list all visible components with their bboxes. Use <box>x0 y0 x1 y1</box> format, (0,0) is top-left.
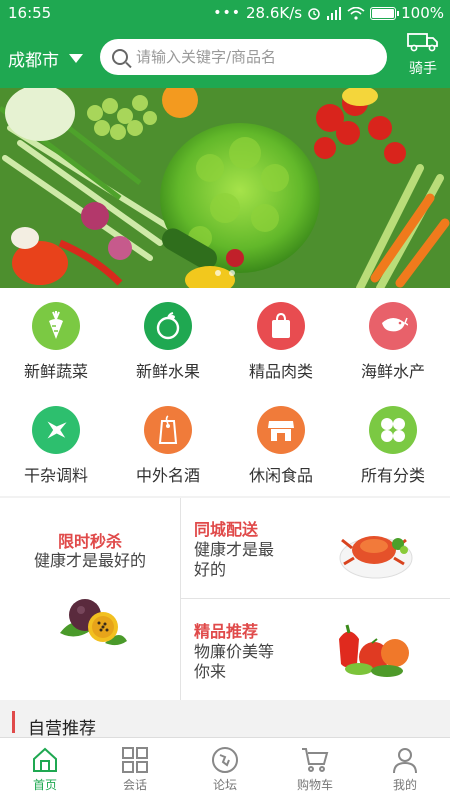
category-premium-meat[interactable]: 精品肉类 <box>225 302 337 382</box>
category-grid: 新鲜蔬菜 新鲜水果 精品肉类 海鲜水产 干杂调料 中外名酒 休闲食品 所有分类 <box>0 288 450 496</box>
category-fine-liquor[interactable]: 中外名酒 <box>112 406 224 486</box>
category-label: 新鲜水果 <box>135 362 200 381</box>
premium-recommend-card[interactable]: 精品推荐 物廉价美等 你来 <box>181 599 450 700</box>
carousel-dot[interactable] <box>215 270 221 276</box>
truck-icon <box>407 33 438 52</box>
airplane-icon <box>32 406 80 454</box>
apple-icon <box>144 302 192 350</box>
home-icon <box>0 744 90 776</box>
category-label: 中外名酒 <box>135 466 200 485</box>
flash-sale-title: 限时秒杀 <box>57 532 122 551</box>
delivery-title: 同城配送 <box>194 520 259 539</box>
vegetables-banner-image <box>0 88 450 288</box>
nav-label: 论坛 <box>212 778 237 792</box>
nav-forum[interactable]: 论坛 <box>180 738 270 800</box>
passion-fruit-image <box>60 599 127 646</box>
search-icon <box>112 49 128 65</box>
bottom-nav: 首页 会话 论坛 购物车 我的 <box>0 737 450 800</box>
user-icon <box>360 744 450 776</box>
nav-label: 购物车 <box>296 778 333 792</box>
section-title: 自营推荐 <box>28 719 96 739</box>
city-selector[interactable]: 成都市 <box>8 46 83 71</box>
nav-home[interactable]: 首页 <box>0 738 90 800</box>
wifi-icon <box>347 6 365 20</box>
banner-carousel[interactable] <box>0 88 450 288</box>
nav-label: 我的 <box>392 778 417 792</box>
category-fresh-vegetables[interactable]: 新鲜蔬菜 <box>0 302 112 382</box>
category-label: 所有分类 <box>360 466 425 485</box>
nav-label: 首页 <box>32 778 57 792</box>
battery-level: 100% <box>401 4 444 22</box>
shop-icon <box>257 406 305 454</box>
category-snacks[interactable]: 休闲食品 <box>225 406 337 486</box>
search-input[interactable] <box>136 48 356 66</box>
carrot-icon <box>32 302 80 350</box>
chevron-down-icon <box>69 54 83 63</box>
nav-chat[interactable]: 会话 <box>90 738 180 800</box>
city-label: 成都市 <box>8 51 59 71</box>
app-screen: 16:55 ••• 28.6K/s 100% 成都市 请输入关键字/商品名 骑手… <box>0 0 450 800</box>
recommend-title: 精品推荐 <box>194 622 259 641</box>
recommend-subtitle: 物廉价美等 <box>194 642 275 661</box>
section-accent-bar <box>12 711 15 733</box>
category-label: 海鲜水产 <box>360 362 425 381</box>
signal-icon <box>327 6 342 20</box>
category-all[interactable]: 所有分类 <box>337 406 449 486</box>
status-bar: 16:55 ••• 28.6K/s 100% <box>0 0 450 26</box>
rider-label: 骑手 <box>409 61 437 77</box>
network-speed: 28.6K/s <box>246 4 303 22</box>
category-label: 干杂调料 <box>23 466 88 485</box>
top-header: 16:55 ••• 28.6K/s 100% 成都市 请输入关键字/商品名 骑手 <box>0 0 450 88</box>
alarm-icon <box>308 8 320 20</box>
meat-bag-icon <box>257 302 305 350</box>
flash-sale-card[interactable]: 限时秒杀 健康才是最好的 <box>0 498 180 700</box>
search-bar[interactable] <box>100 39 387 75</box>
flash-sale-subtitle: 健康才是最好的 <box>33 551 146 570</box>
crab-plate-image <box>339 536 413 579</box>
delivery-subtitle: 好的 <box>194 560 227 579</box>
nav-profile[interactable]: 我的 <box>360 738 450 800</box>
delivery-subtitle: 健康才是最 <box>194 540 275 559</box>
battery-icon <box>370 6 400 20</box>
nav-cart[interactable]: 购物车 <box>270 738 360 800</box>
section-header: 自营推荐 <box>0 702 450 739</box>
carousel-dot[interactable] <box>229 270 235 276</box>
status-dots: ••• <box>213 5 241 21</box>
rider-button[interactable]: 骑手 <box>406 32 440 78</box>
vegetables-image <box>339 624 409 677</box>
tag-icon <box>144 406 192 454</box>
same-city-delivery-card[interactable]: 同城配送 健康才是最 好的 <box>181 498 450 598</box>
cart-icon <box>270 744 360 776</box>
chat-grid-icon <box>90 744 180 776</box>
recommend-subtitle: 你来 <box>194 662 227 681</box>
status-time: 16:55 <box>8 4 52 22</box>
category-fresh-fruit[interactable]: 新鲜水果 <box>112 302 224 382</box>
category-label: 休闲食品 <box>248 466 313 485</box>
category-seafood[interactable]: 海鲜水产 <box>337 302 449 382</box>
forum-icon <box>180 744 270 776</box>
category-dry-goods-seasoning[interactable]: 干杂调料 <box>0 406 112 486</box>
grid-all-icon <box>369 406 417 454</box>
carousel-indicators <box>215 270 235 276</box>
shrimp-icon <box>369 302 417 350</box>
promo-section: 限时秒杀 健康才是最好的 同城配送 健康才是最 好的 精品推荐 物廉价美等 你来 <box>0 498 450 700</box>
category-label: 精品肉类 <box>248 362 313 381</box>
nav-label: 会话 <box>122 778 147 792</box>
status-right: ••• 28.6K/s 100% <box>213 4 444 22</box>
category-label: 新鲜蔬菜 <box>23 362 88 381</box>
